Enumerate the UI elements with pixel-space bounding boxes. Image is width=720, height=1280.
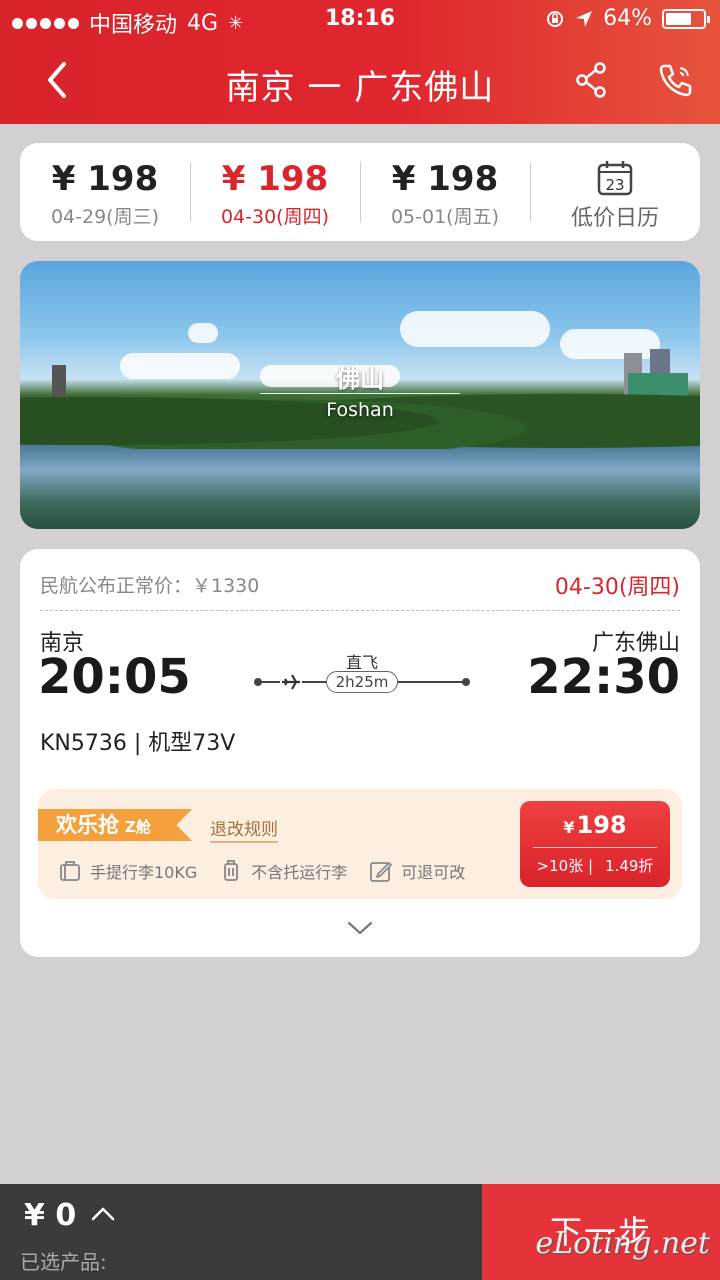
destination-banner: 佛山 Foshan bbox=[20, 261, 700, 529]
share-icon[interactable] bbox=[572, 60, 612, 100]
fare-price: 198 bbox=[576, 811, 627, 839]
date-price: ¥ 198 bbox=[51, 159, 159, 199]
refund-rules-link[interactable]: 退改规则 bbox=[210, 815, 278, 843]
page-title: 南京 一 广东佛山 bbox=[225, 68, 495, 108]
flight-card: 民航公布正常价：￥1330 04-30(周四) 南京 广东佛山 20:05 22… bbox=[20, 549, 700, 957]
status-bar: 中国移动 4G ✳ 18:16 64% bbox=[0, 0, 720, 40]
expand-chevron-icon[interactable] bbox=[347, 919, 373, 937]
watermark: eLoting.net bbox=[535, 1226, 710, 1261]
orientation-lock-icon bbox=[547, 10, 564, 27]
date-price: ¥ 198 bbox=[221, 159, 329, 199]
total-price: ¥ 0 bbox=[24, 1198, 77, 1233]
ticket-stock: >10张 | bbox=[536, 857, 594, 875]
standard-price: 民航公布正常价：￥1330 bbox=[40, 575, 260, 597]
flight-date: 04-30(周四) bbox=[554, 575, 680, 600]
date-price: ¥ 198 bbox=[391, 159, 499, 199]
book-fare-button[interactable]: ¥198 >10张 | 1.49折 bbox=[520, 801, 670, 887]
refund-change-policy: 可退可改 bbox=[369, 859, 465, 883]
date-option-0430[interactable]: ¥ 198 04-30(周四) bbox=[190, 159, 360, 228]
date-label: 04-30(周四) bbox=[220, 206, 330, 228]
checked-baggage: 不含托运行李 bbox=[219, 859, 347, 883]
carry-on-baggage: 手提行李10KG bbox=[58, 859, 197, 883]
date-label: 04-29(周三) bbox=[50, 206, 160, 228]
arrival-time: 22:30 bbox=[527, 649, 680, 705]
direct-flight-label: 直飞 bbox=[345, 653, 378, 672]
order-summary[interactable]: ¥ 0 已选产品: bbox=[0, 1184, 482, 1280]
date-price-strip: ¥ 198 04-29(周三) ¥ 198 04-30(周四) ¥ 198 05… bbox=[20, 143, 700, 241]
banner-city-english: Foshan bbox=[326, 399, 394, 421]
date-option-0429[interactable]: ¥ 198 04-29(周三) bbox=[20, 159, 190, 228]
route-line: 直飞 2h25m bbox=[254, 649, 470, 699]
banner-city-name: 佛山 bbox=[336, 365, 384, 393]
selected-products-label: 已选产品: bbox=[20, 1250, 107, 1274]
top-header: 中国移动 4G ✳ 18:16 64% 南京 一 广东佛山 bbox=[0, 0, 720, 124]
svg-text:23: 23 bbox=[605, 176, 624, 194]
edit-icon bbox=[370, 862, 393, 882]
calendar-label: 低价日历 bbox=[570, 206, 659, 231]
low-price-calendar-button[interactable]: 23 低价日历 bbox=[530, 160, 700, 231]
luggage-icon bbox=[224, 860, 239, 881]
airplane-icon bbox=[280, 671, 302, 693]
fare-tag: 欢乐抢 Z舱 bbox=[38, 809, 192, 841]
suitcase-icon bbox=[60, 861, 80, 881]
battery-icon bbox=[662, 8, 710, 29]
date-label: 05-01(周五) bbox=[390, 206, 500, 228]
cabin-class: Z舱 bbox=[125, 818, 151, 836]
flight-duration: 2h25m bbox=[326, 671, 398, 693]
phone-icon[interactable] bbox=[656, 60, 696, 100]
chevron-up-icon[interactable] bbox=[90, 1204, 116, 1224]
departure-time: 20:05 bbox=[38, 649, 191, 705]
location-arrow-icon bbox=[576, 10, 593, 27]
calendar-icon: 23 bbox=[597, 160, 633, 196]
fare-product: 欢乐抢 Z舱 退改规则 手提行李10KG 不含托运行李 可退可改 ¥198 >10… bbox=[38, 789, 682, 899]
date-option-0501[interactable]: ¥ 198 05-01(周五) bbox=[360, 159, 530, 228]
battery-percent: 64% bbox=[603, 6, 652, 31]
nav-bar: 南京 一 广东佛山 bbox=[0, 40, 720, 124]
fare-discount: 1.49折 bbox=[605, 857, 654, 875]
flight-number-and-aircraft: KN5736 | 机型73V bbox=[40, 731, 236, 756]
